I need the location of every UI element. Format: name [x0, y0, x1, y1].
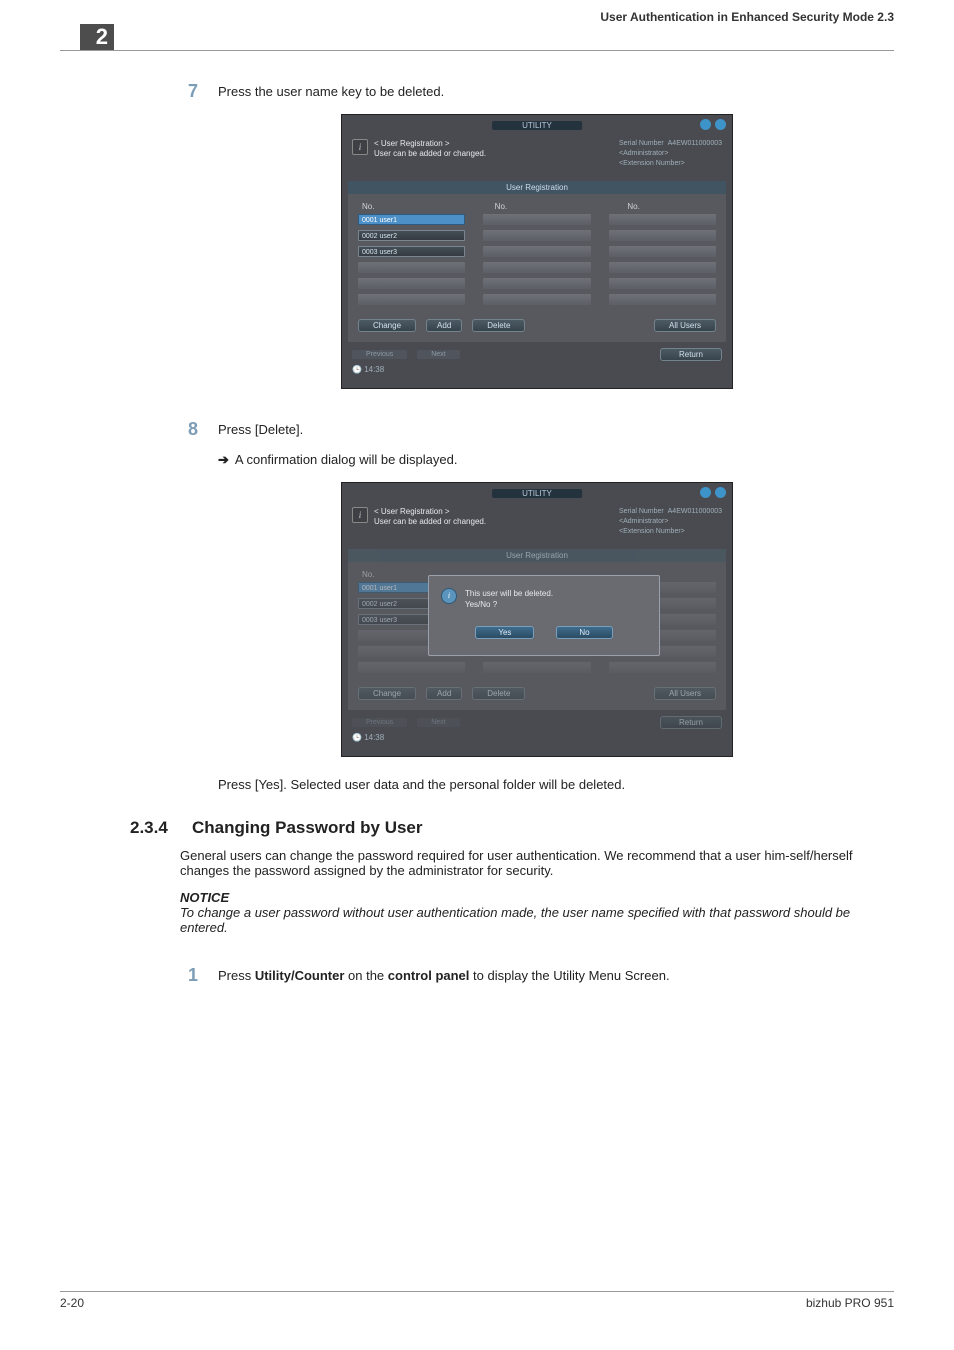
- panel-title: User Registration: [348, 181, 726, 194]
- serial-value: A4EW011000003: [668, 140, 722, 147]
- clock-value: 14:38: [364, 365, 384, 374]
- delete-button: Delete: [472, 687, 525, 700]
- empty-slot: [483, 294, 590, 305]
- empty-slot: [483, 278, 590, 289]
- admin-line: <Administrator>: [619, 149, 722, 159]
- return-button: Return: [660, 716, 722, 729]
- empty-slot: [483, 262, 590, 273]
- add-button[interactable]: Add: [426, 319, 462, 332]
- previous-chip[interactable]: Previous: [352, 350, 407, 359]
- header-line-2: User can be added or changed.: [374, 517, 486, 527]
- page-header-text: User Authentication in Enhanced Security…: [600, 10, 894, 24]
- step-text: Press Utility/Counter on the control pan…: [218, 965, 670, 986]
- dialog-no-button[interactable]: No: [556, 626, 612, 639]
- user-key-1[interactable]: 0001 user1: [358, 214, 465, 225]
- info-icon: i: [352, 507, 368, 523]
- all-users-button: All Users: [654, 687, 716, 700]
- top-status-icons: [700, 487, 726, 498]
- empty-slot: [609, 262, 716, 273]
- panel-title: User Registration: [348, 549, 726, 562]
- empty-slot: [609, 246, 716, 257]
- admin-line: <Administrator>: [619, 517, 722, 527]
- add-button: Add: [426, 687, 462, 700]
- step-8-sub: ➔ A confirmation dialog will be displayed…: [218, 452, 894, 468]
- utility-screenshot-1: UTILITY i < User Registration > User can…: [341, 114, 733, 389]
- header-line-1: < User Registration >: [374, 507, 486, 517]
- utility-screenshot-2: UTILITY i < User Registration > User can…: [341, 482, 733, 757]
- header-line-1: < User Registration >: [374, 139, 486, 149]
- step-number: 7: [180, 81, 198, 102]
- dialog-text-2: Yes/No ?: [465, 599, 553, 610]
- empty-slot: [483, 214, 590, 225]
- previous-chip: Previous: [352, 718, 407, 727]
- empty-slot: [358, 662, 465, 673]
- ext-line: <Extension Number>: [619, 159, 722, 169]
- next-chip: Next: [417, 718, 459, 727]
- step-text: Press [Delete].: [218, 419, 303, 440]
- empty-slot: [483, 246, 590, 257]
- ext-line: <Extension Number>: [619, 527, 722, 537]
- empty-slot: [609, 294, 716, 305]
- step-7: 7 Press the user name key to be deleted.: [180, 81, 894, 102]
- col-head-no-2: No.: [495, 202, 584, 211]
- info-icon: i: [441, 588, 457, 604]
- user-key-3[interactable]: 0003 user3: [358, 246, 465, 257]
- empty-slot: [483, 662, 590, 673]
- footer-left: 2-20: [60, 1296, 84, 1310]
- notice-heading: NOTICE: [180, 890, 894, 905]
- col-head-no-1: No.: [362, 202, 451, 211]
- section-2-3-4-heading: 2.3.4 Changing Password by User: [130, 818, 894, 838]
- clock-icon: 🕒 14:38: [352, 733, 732, 742]
- info-icon: i: [352, 139, 368, 155]
- step-text: Press the user name key to be deleted.: [218, 81, 444, 102]
- step-8: 8 Press [Delete].: [180, 419, 894, 440]
- step-number: 8: [180, 419, 198, 440]
- top-status-icons: [700, 119, 726, 130]
- empty-slot: [483, 230, 590, 241]
- serial-label: Serial Number: [619, 508, 664, 515]
- next-chip[interactable]: Next: [417, 350, 459, 359]
- change-button: Change: [358, 687, 416, 700]
- page-footer: 2-20 bizhub PRO 951: [60, 1285, 894, 1310]
- section-title: Changing Password by User: [192, 818, 423, 838]
- empty-slot: [609, 214, 716, 225]
- return-button[interactable]: Return: [660, 348, 722, 361]
- t: Press: [218, 968, 255, 983]
- bold-2: control panel: [388, 968, 470, 983]
- empty-slot: [609, 230, 716, 241]
- utility-title: UTILITY: [492, 121, 582, 130]
- empty-slot: [358, 262, 465, 273]
- user-key-2[interactable]: 0002 user2: [358, 230, 465, 241]
- t: on the: [344, 968, 387, 983]
- serial-value: A4EW011000003: [668, 508, 722, 515]
- section-number: 2.3.4: [130, 818, 176, 838]
- empty-slot: [609, 662, 716, 673]
- empty-slot: [609, 278, 716, 289]
- section-body: General users can change the password re…: [180, 848, 894, 878]
- empty-slot: [358, 294, 465, 305]
- header-rule: [60, 50, 894, 51]
- step-1: 1 Press Utility/Counter on the control p…: [180, 965, 894, 986]
- header-line-2: User can be added or changed.: [374, 149, 486, 159]
- change-button[interactable]: Change: [358, 319, 416, 332]
- step-number: 1: [180, 965, 198, 986]
- confirm-dialog: i This user will be deleted. Yes/No ? Ye…: [428, 575, 660, 656]
- arrow-icon: ➔: [218, 452, 229, 467]
- notice-body: To change a user password without user a…: [180, 905, 894, 935]
- step-8-sub-text: A confirmation dialog will be displayed.: [235, 452, 458, 467]
- dialog-yes-button[interactable]: Yes: [475, 626, 534, 639]
- t: to display the Utility Menu Screen.: [469, 968, 669, 983]
- clock-value: 14:38: [364, 733, 384, 742]
- clock-icon: 🕒 14:38: [352, 365, 732, 374]
- footer-right: bizhub PRO 951: [806, 1296, 894, 1310]
- after-step8-text: Press [Yes]. Selected user data and the …: [218, 777, 894, 792]
- utility-title: UTILITY: [492, 489, 582, 498]
- serial-label: Serial Number: [619, 140, 664, 147]
- delete-button[interactable]: Delete: [472, 319, 525, 332]
- all-users-button[interactable]: All Users: [654, 319, 716, 332]
- empty-slot: [358, 278, 465, 289]
- dialog-text-1: This user will be deleted.: [465, 588, 553, 599]
- bold-1: Utility/Counter: [255, 968, 345, 983]
- col-head-no-3: No.: [627, 202, 716, 211]
